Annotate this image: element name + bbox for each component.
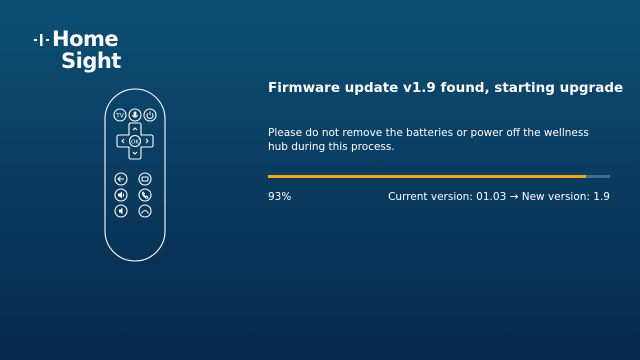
chevron-up-icon <box>132 127 138 131</box>
ok-button-label: OK <box>131 139 139 145</box>
version-info: Current version: 01.03 → New version: 1.… <box>388 191 610 203</box>
tv-button-label: TV <box>115 113 125 120</box>
microphone-icon <box>131 111 139 118</box>
progress-bar-fill <box>268 175 587 178</box>
logo-mark-icon <box>34 34 49 46</box>
chevron-right-icon <box>145 138 149 144</box>
power-icon <box>146 111 154 119</box>
update-title: Firmware update v1.9 found, starting upg… <box>268 80 624 96</box>
speaker-loud-icon <box>118 191 125 199</box>
logo-text-line2: Sight <box>61 49 121 73</box>
call-button <box>138 188 152 202</box>
brand-logo: Home Sight <box>34 26 144 76</box>
progress-percent: 93% <box>268 191 292 203</box>
chevron-left-icon <box>121 138 125 144</box>
menu-button <box>138 172 152 186</box>
remote-control-illustration: TV OK <box>104 88 166 262</box>
speaker-quiet-icon <box>119 207 123 215</box>
back-arrow-icon <box>117 176 124 182</box>
menu-icon <box>141 176 149 182</box>
chevron-down-icon <box>132 151 138 155</box>
phone-icon <box>142 191 149 200</box>
hangup-icon <box>141 209 149 214</box>
update-message: Please do not remove the batteries or po… <box>268 127 589 153</box>
update-panel: Firmware update v1.9 found, starting upg… <box>268 78 624 203</box>
progress-bar <box>268 175 610 178</box>
